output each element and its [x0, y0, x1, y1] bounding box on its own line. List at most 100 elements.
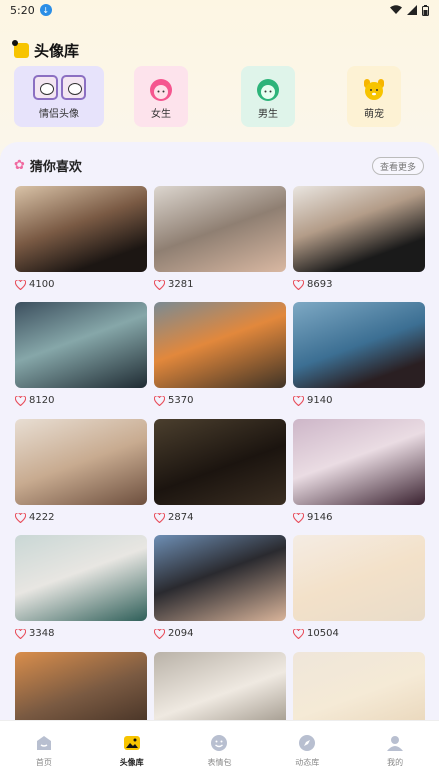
category-label: 男生: [258, 109, 278, 120]
like-count-row: 8693: [293, 279, 425, 290]
like-count-row: 3281: [154, 279, 286, 290]
emoji-icon: [211, 734, 228, 751]
profile-icon: [387, 735, 404, 751]
avatar-image[interactable]: [293, 186, 425, 272]
couple-avatar-icon: [32, 75, 86, 100]
avatar-image[interactable]: [293, 535, 425, 621]
avatar-card[interactable]: 4100: [15, 186, 147, 290]
avatar-card[interactable]: 9146: [293, 419, 425, 523]
avatar-image[interactable]: [154, 302, 286, 388]
like-count: 3281: [168, 279, 194, 290]
avatar-card[interactable]: 3281: [154, 186, 286, 290]
avatar-image[interactable]: [15, 302, 147, 388]
like-count-row: 2874: [154, 512, 286, 523]
library-title: 头像库: [12, 40, 80, 61]
like-count-row: 10504: [293, 628, 425, 639]
tab-label: 我的: [387, 757, 404, 767]
heart-icon[interactable]: [154, 512, 165, 523]
tab-label: 头像库: [119, 757, 144, 767]
status-bar: 5:20 ↓: [0, 0, 439, 20]
avatar-image[interactable]: [15, 419, 147, 505]
like-count: 10504: [307, 628, 339, 639]
library-title-text: 头像库: [34, 42, 80, 60]
category-pet[interactable]: 萌宠: [347, 66, 401, 127]
heart-icon[interactable]: [154, 628, 165, 639]
boy-face-icon: [257, 79, 279, 101]
avatar-image[interactable]: [154, 419, 286, 505]
girl-face-icon: [150, 79, 172, 101]
tab-profile[interactable]: 我的: [351, 721, 439, 780]
pet-face-icon: [364, 79, 384, 100]
signal-icon: [407, 5, 417, 15]
category-couple[interactable]: 情侣头像: [14, 66, 104, 127]
like-count-row: 9146: [293, 512, 425, 523]
category-label: 萌宠: [364, 109, 384, 120]
avatar-card[interactable]: 8120: [15, 302, 147, 406]
library-icon: [12, 40, 29, 58]
category-label: 情侣头像: [39, 109, 79, 120]
recommend-header: ✿ 猜你喜欢: [14, 156, 82, 175]
avatar-image[interactable]: [293, 419, 425, 505]
category-boy[interactable]: 男生: [241, 66, 295, 127]
like-count-row: 2094: [154, 628, 286, 639]
home-icon: [36, 735, 51, 750]
status-time: 5:20: [10, 3, 35, 17]
avatar-card[interactable]: 3348: [15, 535, 147, 639]
heart-icon[interactable]: [293, 395, 304, 406]
like-count-row: 3348: [15, 628, 147, 639]
battery-icon: [422, 4, 429, 16]
heart-icon[interactable]: [293, 512, 304, 523]
tab-dynamics[interactable]: 动态库: [263, 721, 351, 780]
avatar-card[interactable]: 4222: [15, 419, 147, 523]
avatar-card[interactable]: 8693: [293, 186, 425, 290]
category-label: 女生: [151, 109, 171, 120]
heart-icon[interactable]: [15, 279, 26, 290]
bottom-tab-bar: 首页 头像库 表情包 动态库 我的: [0, 720, 439, 780]
like-count: 4222: [29, 512, 55, 523]
gallery-icon: [123, 735, 140, 750]
like-count-row: 5370: [154, 395, 286, 406]
like-count: 9140: [307, 395, 333, 406]
avatar-image[interactable]: [154, 186, 286, 272]
like-count-row: 8120: [15, 395, 147, 406]
like-count-row: 4222: [15, 512, 147, 523]
heart-icon[interactable]: [15, 628, 26, 639]
recommend-title: 猜你喜欢: [29, 160, 82, 175]
heart-icon[interactable]: [15, 395, 26, 406]
avatar-card[interactable]: 5370: [154, 302, 286, 406]
avatar-card[interactable]: 2874: [154, 419, 286, 523]
like-count: 9146: [307, 512, 333, 523]
heart-icon[interactable]: [293, 628, 304, 639]
download-icon: ↓: [39, 4, 52, 16]
avatar-image[interactable]: [15, 535, 147, 621]
avatar-image[interactable]: [293, 302, 425, 388]
avatar-card[interactable]: 9140: [293, 302, 425, 406]
like-count: 3348: [29, 628, 55, 639]
avatar-card[interactable]: 2094: [154, 535, 286, 639]
status-icons: [390, 4, 429, 16]
like-count: 8693: [307, 279, 333, 290]
see-more-button[interactable]: 查看更多: [372, 157, 424, 175]
flower-icon: ✿: [14, 158, 25, 173]
heart-icon[interactable]: [293, 279, 304, 290]
avatar-image[interactable]: [15, 186, 147, 272]
like-count: 4100: [29, 279, 55, 290]
tab-home[interactable]: 首页: [0, 721, 88, 780]
like-count-row: 4100: [15, 279, 147, 290]
category-row: 情侣头像 女生 男生 萌宠: [0, 66, 439, 128]
like-count-row: 9140: [293, 395, 425, 406]
category-girl[interactable]: 女生: [134, 66, 188, 127]
compass-icon: [299, 734, 316, 751]
like-count: 8120: [29, 395, 55, 406]
tab-avatar-library[interactable]: 头像库: [88, 721, 176, 780]
like-count: 2094: [168, 628, 194, 639]
tab-label: 表情包: [207, 757, 232, 767]
heart-icon[interactable]: [154, 279, 165, 290]
tab-label: 首页: [35, 757, 52, 767]
tab-label: 动态库: [295, 757, 320, 767]
heart-icon[interactable]: [15, 512, 26, 523]
avatar-image[interactable]: [154, 535, 286, 621]
avatar-card[interactable]: 10504: [293, 535, 425, 639]
tab-emoji[interactable]: 表情包: [176, 721, 264, 780]
heart-icon[interactable]: [154, 395, 165, 406]
